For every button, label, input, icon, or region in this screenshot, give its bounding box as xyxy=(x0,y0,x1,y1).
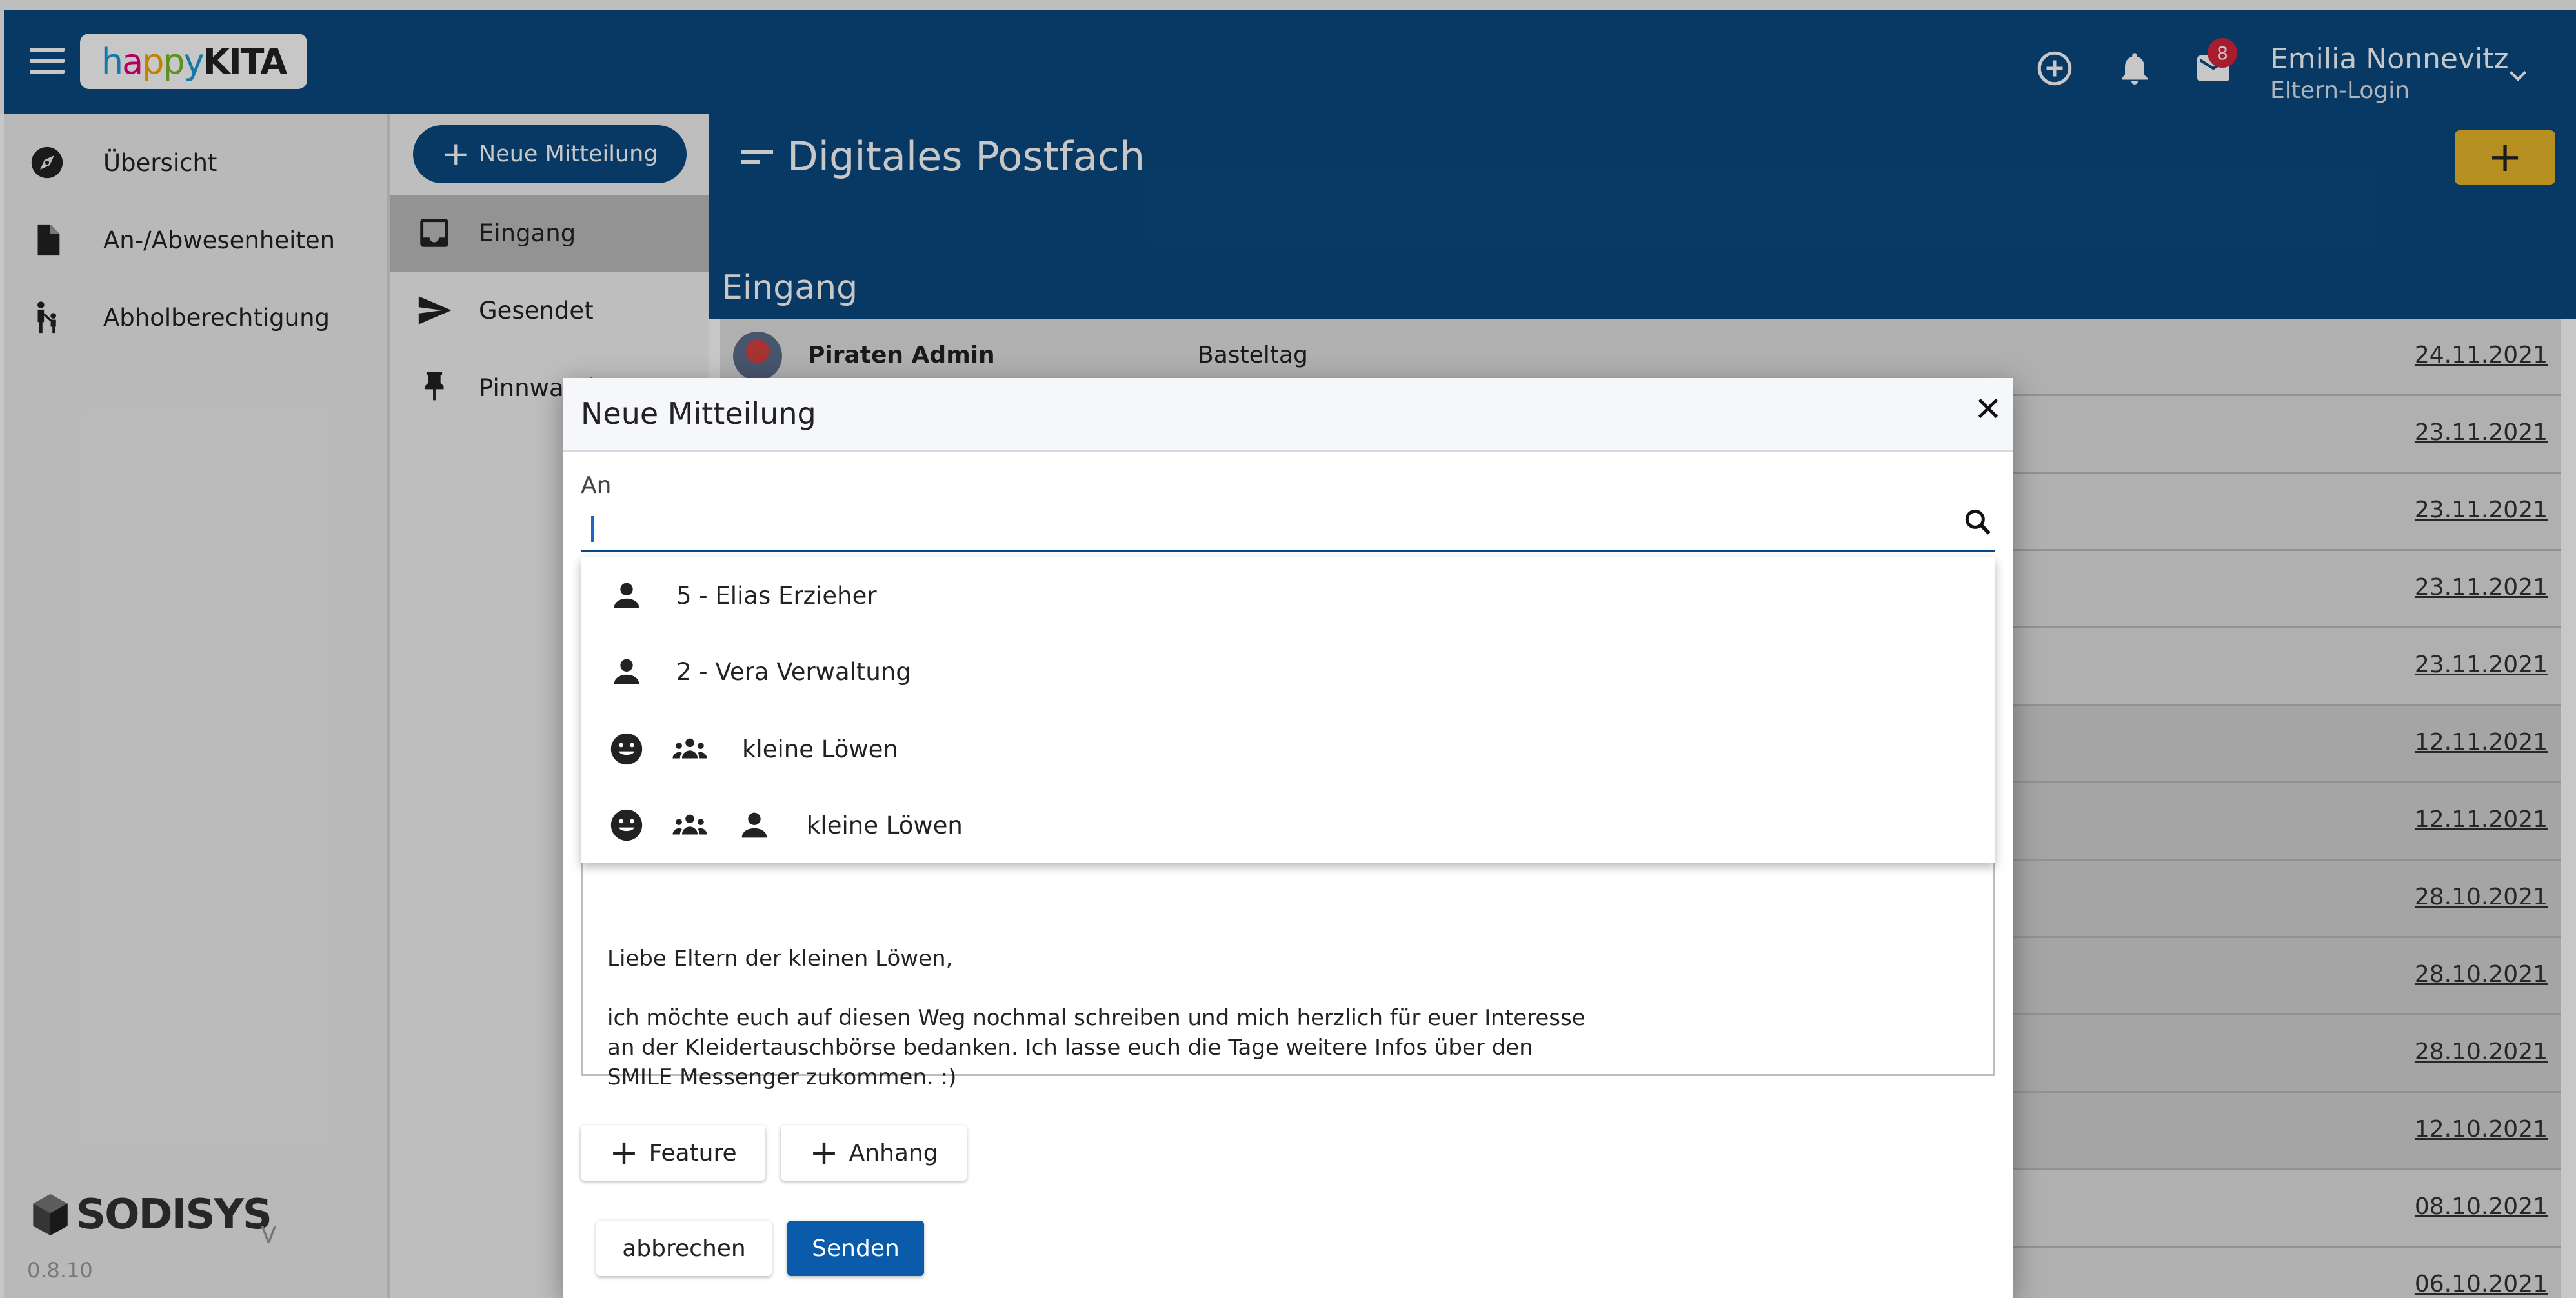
message-greeting: Liebe Eltern der kleinen Löwen, xyxy=(607,946,953,972)
group-icon xyxy=(672,814,707,835)
recipient-suggestions: 5 - Elias Erzieher 2 - Vera Verwaltung k… xyxy=(581,557,1995,863)
suggestion-item[interactable]: kleine Löwen xyxy=(581,711,1995,787)
dialog-title: Neue Mitteilung xyxy=(581,396,816,431)
add-attachment-button[interactable]: + Anhang xyxy=(781,1125,967,1181)
smiley-icon xyxy=(610,733,643,765)
new-message-dialog: Neue Mitteilung An 5 - Elias Erzieher 2 … xyxy=(563,378,2013,1298)
message-line: an der Kleidertauschbörse bedanken. Ich … xyxy=(607,1035,1533,1061)
suggestion-label: 5 - Elias Erzieher xyxy=(676,582,877,610)
add-feature-button[interactable]: + Feature xyxy=(581,1125,765,1181)
suggestion-item[interactable]: kleine Löwen xyxy=(581,787,1995,863)
text-cursor xyxy=(591,516,594,542)
send-button[interactable]: Senden xyxy=(787,1221,924,1276)
person-icon xyxy=(741,812,767,838)
person-icon xyxy=(614,659,639,684)
suggestion-label: kleine Löwen xyxy=(742,735,898,763)
suggestion-item[interactable]: 2 - Vera Verwaltung xyxy=(581,634,1995,710)
smiley-icon xyxy=(610,809,643,841)
suggestion-label: kleine Löwen xyxy=(807,812,963,839)
app-frame: h a p p y KITA 8 Emilia Nonnevitz Eltern-Logi… xyxy=(0,0,2576,1298)
attachment-label: Anhang xyxy=(849,1139,938,1166)
plus-icon: + xyxy=(809,1132,839,1173)
suggestion-item[interactable]: 5 - Elias Erzieher xyxy=(581,557,1995,634)
group-icon xyxy=(672,738,707,759)
message-line: ich möchte euch auf diesen Weg nochmal s… xyxy=(607,1005,1585,1031)
recipient-input[interactable] xyxy=(581,504,1995,552)
close-icon[interactable] xyxy=(1973,394,2003,423)
message-body-textarea[interactable]: Liebe Eltern der kleinen Löwen, ich möch… xyxy=(581,854,1995,1090)
suggestion-label: 2 - Vera Verwaltung xyxy=(676,658,911,686)
recipient-label: An xyxy=(581,472,612,499)
feature-label: Feature xyxy=(649,1139,737,1166)
person-icon xyxy=(614,583,639,608)
message-line: SMILE Messenger zukommen. :) xyxy=(607,1064,957,1090)
search-icon[interactable] xyxy=(1962,506,1994,538)
plus-icon: + xyxy=(609,1132,639,1173)
dialog-header: Neue Mitteilung xyxy=(563,378,2013,452)
cancel-button[interactable]: abbrechen xyxy=(596,1221,772,1276)
